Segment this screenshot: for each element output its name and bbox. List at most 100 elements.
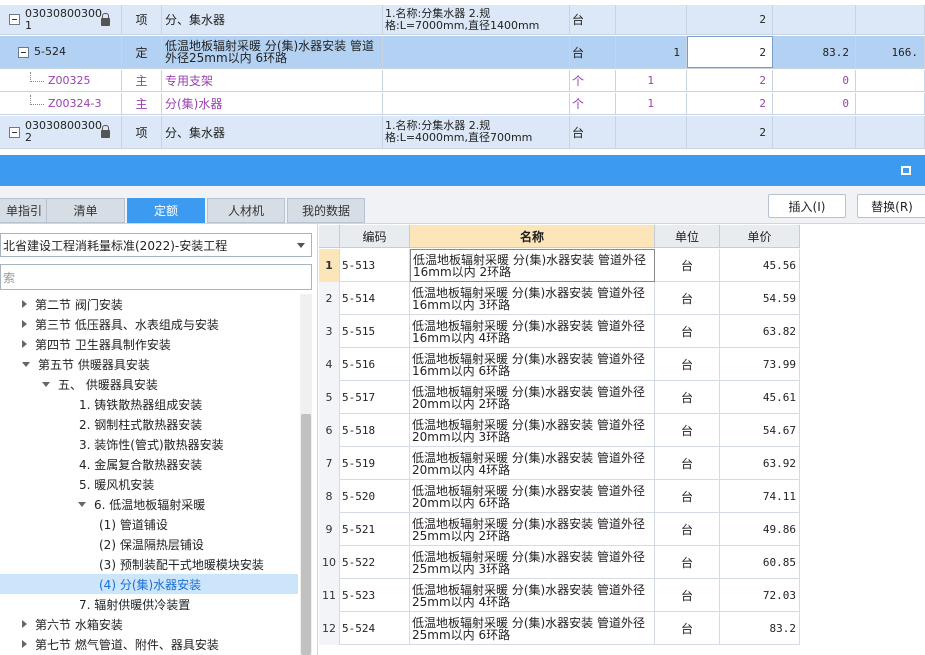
row-code-cell[interactable]: 03030800300 2 <box>0 116 122 148</box>
collapse-square-icon[interactable] <box>18 46 29 58</box>
tree-node[interactable]: 五、 供暖器具安装 <box>0 374 298 394</box>
row-price[interactable] <box>773 116 856 148</box>
quota-code[interactable]: 5-514 <box>340 282 410 315</box>
tree-node-selected[interactable]: (4) 分(集)水器安装 <box>0 574 298 594</box>
quota-unit[interactable]: 台 <box>655 381 720 414</box>
row-price[interactable] <box>773 5 856 34</box>
row-price[interactable]: 0 <box>773 70 856 91</box>
row-qty-b[interactable]: 2 <box>687 93 773 114</box>
expand-arrow-right-icon[interactable] <box>22 320 27 328</box>
quota-price[interactable]: 63.82 <box>720 315 800 348</box>
tab-labor-material-machine[interactable]: 人材机 <box>207 198 285 223</box>
quota-code[interactable]: 5-522 <box>340 546 410 579</box>
quota-price[interactable]: 73.99 <box>720 348 800 381</box>
quota-unit[interactable]: 台 <box>655 315 720 348</box>
tree-scrollbar-thumb[interactable] <box>301 414 311 655</box>
row-index[interactable]: 7 <box>319 447 340 480</box>
tree-node[interactable]: (2) 保温隔热层铺设 <box>0 534 298 554</box>
row-name[interactable]: 分(集)水器 <box>162 93 383 114</box>
quota-row[interactable]: 9 5-521 低温地板辐射采暖 分(集)水器安装 管道外径25mm以内 2环路台 4… <box>319 513 800 546</box>
tree-node[interactable]: 第三节 低压器具、水表组成与安装 <box>0 314 298 334</box>
expand-arrow-down-icon[interactable] <box>22 361 30 367</box>
grid-row-section[interactable]: 03030800300 2 项 分、集水器 1.名称:分集水器 2.规格:L=4… <box>0 116 925 149</box>
quota-code[interactable]: 5-520 <box>340 480 410 513</box>
quota-name[interactable]: 低温地板辐射采暖 分(集)水器安装 管道外径25mm以内 4环路 <box>410 579 655 612</box>
row-qty-b[interactable]: 2 <box>687 116 773 148</box>
quota-row[interactable]: 1 5-513 低温地板辐射采暖 分(集)水器安装 管道外径16mm以内 2环路台 4… <box>319 249 800 282</box>
row-code-cell[interactable]: 5-524 <box>0 36 122 68</box>
quota-price[interactable]: 72.03 <box>720 579 800 612</box>
grid-row-quota[interactable]: 5-524 定 低温地板辐射采暖 分(集)水器安装 管道外径25mm以内 6环路… <box>0 36 925 69</box>
row-index[interactable]: 11 <box>319 579 340 612</box>
row-index[interactable]: 9 <box>319 513 340 546</box>
name-header[interactable]: 名称 <box>410 225 655 248</box>
quota-name[interactable]: 低温地板辐射采暖 分(集)水器安装 管道外径25mm以内 6环路 <box>410 612 655 645</box>
row-price[interactable]: 83.2 <box>773 36 856 68</box>
quota-row[interactable]: 2 5-514 低温地板辐射采暖 分(集)水器安装 管道外径16mm以内 3环路台 5… <box>319 282 800 315</box>
tree-node[interactable]: 3. 装饰性(管式)散热器安装 <box>0 434 298 454</box>
row-index[interactable]: 12 <box>319 612 340 645</box>
row-code-cell[interactable]: 03030800300 1 <box>0 5 122 34</box>
row-qty-a[interactable]: 1 <box>616 36 687 68</box>
quota-code[interactable]: 5-524 <box>340 612 410 645</box>
quota-name[interactable]: 低温地板辐射采暖 分(集)水器安装 管道外径20mm以内 4环路 <box>410 447 655 480</box>
row-index[interactable]: 10 <box>319 546 340 579</box>
tree-node[interactable]: 6. 低温地板辐射采暖 <box>0 494 298 514</box>
tree-search-input[interactable]: 索 <box>0 264 312 290</box>
row-unit[interactable]: 台 <box>570 116 616 148</box>
collapse-square-icon[interactable] <box>9 126 20 138</box>
chevron-down-icon[interactable] <box>297 243 305 248</box>
tree-node[interactable]: 第四节 卫生器具制作安装 <box>0 334 298 354</box>
collapse-square-icon[interactable] <box>9 14 20 25</box>
row-index[interactable]: 1 <box>319 249 340 282</box>
row-index[interactable]: 8 <box>319 480 340 513</box>
quota-price[interactable]: 49.86 <box>720 513 800 546</box>
expand-arrow-down-icon[interactable] <box>78 501 86 507</box>
quantity-edit-field[interactable]: 2 <box>687 36 773 68</box>
row-feature[interactable] <box>383 93 570 114</box>
row-feature[interactable]: 1.名称:分集水器 2.规格:L=4000mm,直径700mm <box>383 116 570 148</box>
quota-unit[interactable]: 台 <box>655 282 720 315</box>
row-unit[interactable]: 台 <box>570 5 616 34</box>
quota-price[interactable]: 45.61 <box>720 381 800 414</box>
quota-row[interactable]: 10 5-522 低温地板辐射采暖 分(集)水器安装 管道外径25mm以内 3环路台… <box>319 546 800 579</box>
tree-node[interactable]: 5. 暖风机安装 <box>0 474 298 494</box>
row-index[interactable]: 2 <box>319 282 340 315</box>
quota-name[interactable]: 低温地板辐射采暖 分(集)水器安装 管道外径25mm以内 3环路 <box>410 546 655 579</box>
window-restore-icon[interactable] <box>901 166 911 175</box>
row-index[interactable]: 6 <box>319 414 340 447</box>
quota-price[interactable]: 54.67 <box>720 414 800 447</box>
quota-price[interactable]: 63.92 <box>720 447 800 480</box>
quota-name[interactable]: 低温地板辐射采暖 分(集)水器安装 管道外径16mm以内 2环路 <box>410 249 655 282</box>
row-unit[interactable]: 个 <box>570 70 616 91</box>
grid-row-section[interactable]: 03030800300 1 项 分、集水器 1.名称:分集水器 2.规格:L=7… <box>0 5 925 35</box>
quota-name[interactable]: 低温地板辐射采暖 分(集)水器安装 管道外径20mm以内 3环路 <box>410 414 655 447</box>
tab-bill-guide[interactable]: 单指引 <box>0 198 50 223</box>
quota-code[interactable]: 5-515 <box>340 315 410 348</box>
row-feature[interactable] <box>383 70 570 91</box>
tree-node[interactable]: 第二节 阀门安装 <box>0 294 298 314</box>
quota-name[interactable]: 低温地板辐射采暖 分(集)水器安装 管道外径25mm以内 2环路 <box>410 513 655 546</box>
quota-name[interactable]: 低温地板辐射采暖 分(集)水器安装 管道外径16mm以内 6环路 <box>410 348 655 381</box>
tab-quota[interactable]: 定额 <box>127 198 205 223</box>
row-code-cell[interactable]: Z00324-3 <box>0 93 122 114</box>
quota-unit[interactable]: 台 <box>655 414 720 447</box>
expand-arrow-down-icon[interactable] <box>42 381 50 387</box>
expand-arrow-right-icon[interactable] <box>22 620 27 628</box>
quota-code[interactable]: 5-521 <box>340 513 410 546</box>
quota-unit[interactable]: 台 <box>655 612 720 645</box>
row-index[interactable]: 3 <box>319 315 340 348</box>
tab-my-data[interactable]: 我的数据 <box>287 198 365 223</box>
tree-scrollbar[interactable] <box>300 294 312 655</box>
quota-unit[interactable]: 台 <box>655 513 720 546</box>
quota-unit[interactable]: 台 <box>655 579 720 612</box>
replace-button[interactable]: 替换(R) <box>857 194 925 218</box>
row-feature[interactable] <box>383 36 570 68</box>
quota-code[interactable]: 5-523 <box>340 579 410 612</box>
row-name[interactable]: 分、集水器 <box>162 5 383 34</box>
quota-row[interactable]: 7 5-519 低温地板辐射采暖 分(集)水器安装 管道外径20mm以内 4环路台 6… <box>319 447 800 480</box>
expand-arrow-right-icon[interactable] <box>22 640 27 648</box>
row-index[interactable]: 5 <box>319 381 340 414</box>
row-name[interactable]: 分、集水器 <box>162 116 383 148</box>
code-header[interactable]: 编码 <box>340 225 410 248</box>
